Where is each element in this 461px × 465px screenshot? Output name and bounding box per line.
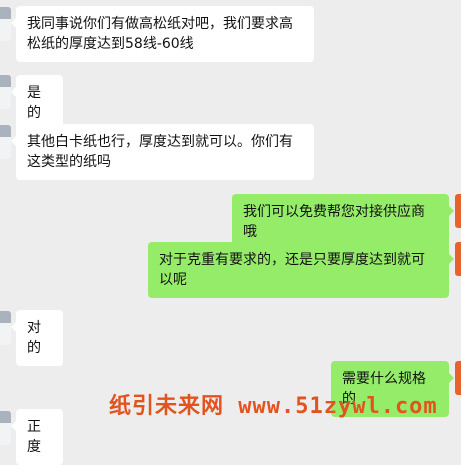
self-avatar[interactable] xyxy=(455,361,461,395)
message-bubble-incoming[interactable]: 是的 xyxy=(11,75,63,131)
self-avatar[interactable] xyxy=(455,242,461,276)
contact-avatar[interactable] xyxy=(0,7,11,41)
self-avatar[interactable] xyxy=(455,194,461,228)
contact-avatar[interactable] xyxy=(0,75,11,109)
message-bubble-outgoing[interactable]: 对于克重有要求的，还是只要厚度达到就可以呢 xyxy=(148,242,454,298)
site-watermark: 纸引未来网 www.51zywl.com xyxy=(109,394,438,419)
contact-avatar[interactable] xyxy=(0,411,11,445)
message-bubble-incoming[interactable]: 其他白卡纸也行，厚度达到就可以。你们有这类型的纸吗 xyxy=(11,124,314,180)
message-bubble-incoming[interactable]: 正度 xyxy=(11,409,63,465)
chat-window: 我同事说你们有做高松纸对吧，我们要求高松纸的厚度达到58线-60线 是的 其他白… xyxy=(0,0,461,465)
message-bubble-incoming[interactable]: 我同事说你们有做高松纸对吧，我们要求高松纸的厚度达到58线-60线 xyxy=(11,6,314,62)
contact-avatar[interactable] xyxy=(0,125,11,159)
contact-avatar[interactable] xyxy=(0,311,11,345)
message-bubble-incoming[interactable]: 对的 xyxy=(11,310,63,366)
